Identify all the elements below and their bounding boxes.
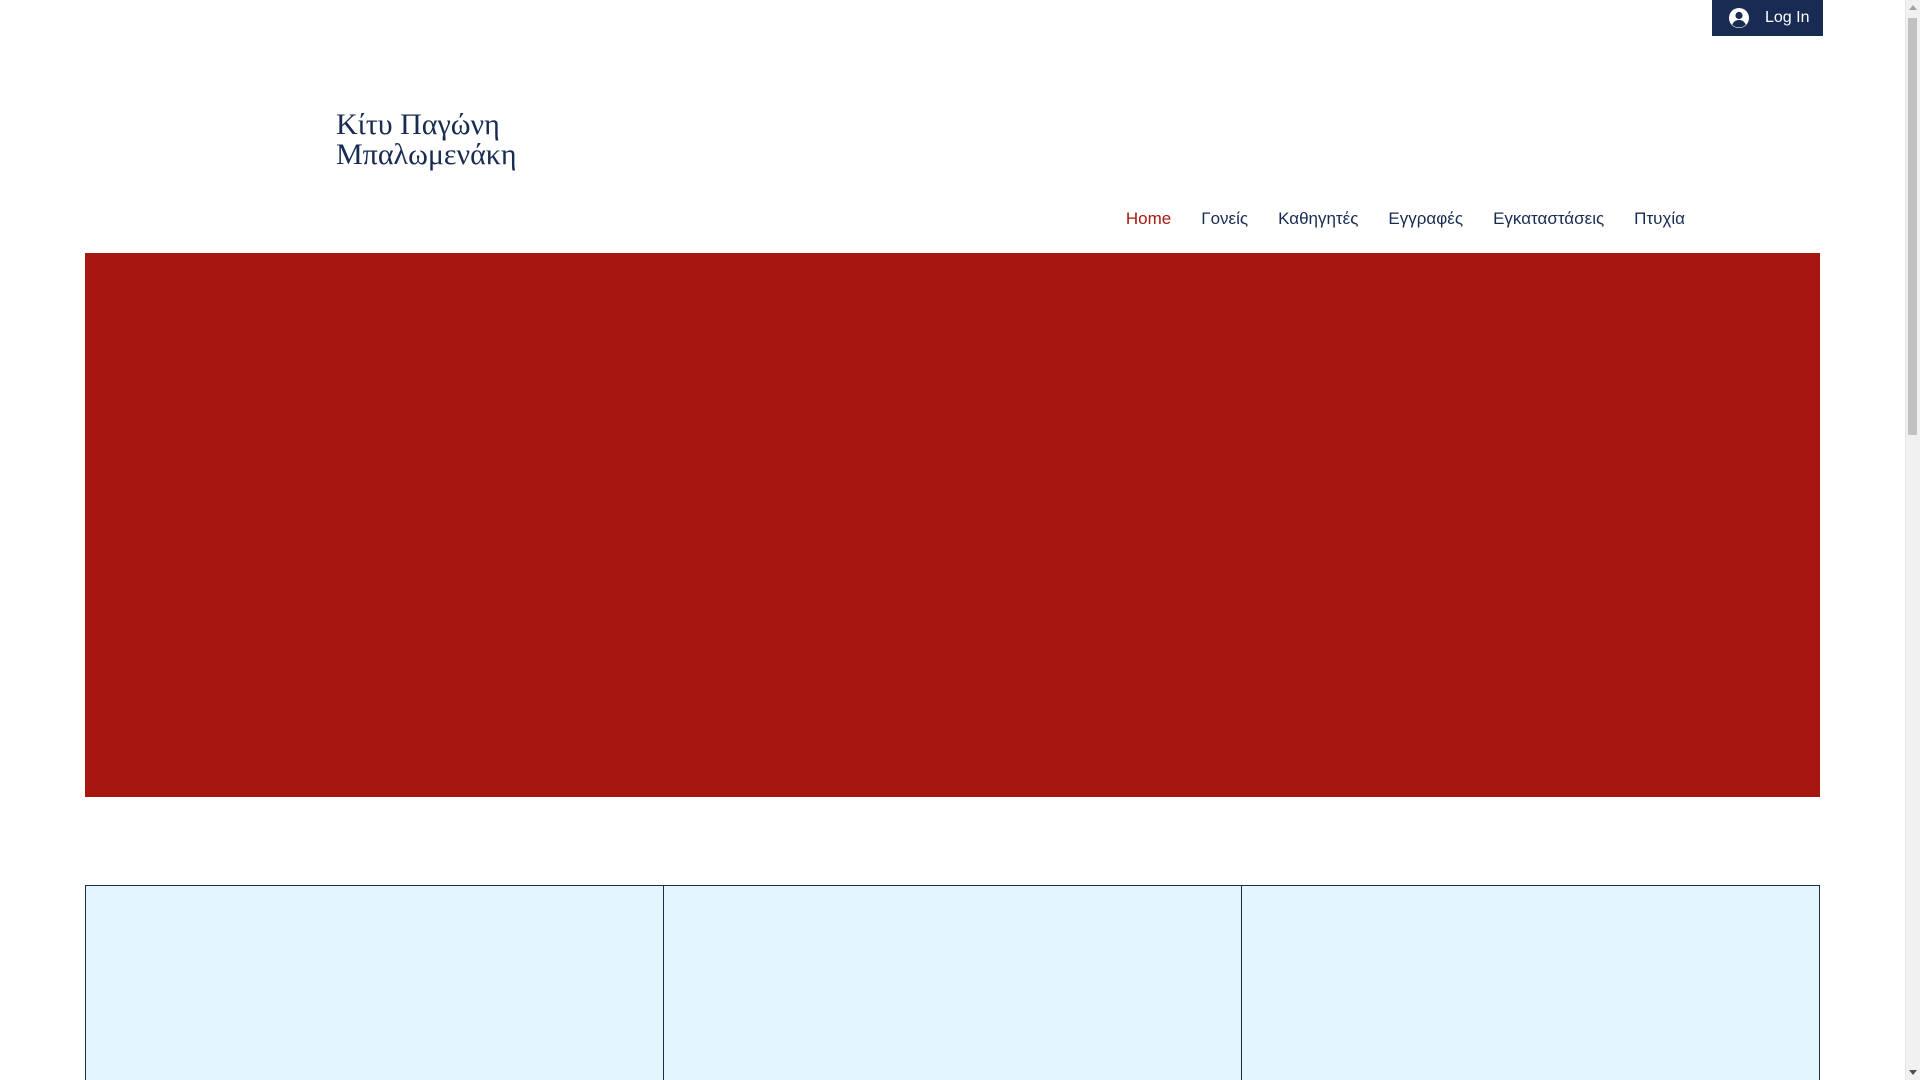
nav-item-home[interactable]: Home [1111, 209, 1186, 229]
info-card-3 [1242, 885, 1820, 1080]
hero-banner [85, 253, 1820, 797]
login-button[interactable]: Log In [1712, 0, 1823, 36]
nav-item-parents[interactable]: Γονείς [1186, 209, 1263, 229]
scroll-down-arrow-icon[interactable] [1909, 1070, 1917, 1075]
nav-item-registrations[interactable]: Εγγραφές [1373, 209, 1478, 229]
login-label: Log In [1765, 9, 1810, 26]
info-card-1 [85, 885, 664, 1080]
vertical-scrollbar[interactable] [1905, 0, 1920, 1080]
info-card-2 [664, 885, 1242, 1080]
nav-item-facilities[interactable]: Εγκαταστάσεις [1478, 209, 1619, 229]
user-circle-icon [1728, 7, 1750, 29]
site-title-line-1: Κίτυ Παγώνη [336, 108, 500, 141]
nav-item-degrees[interactable]: Πτυχία [1619, 209, 1700, 229]
scrollbar-thumb[interactable] [1908, 18, 1917, 435]
site-title-line-2: Μπαλωμενάκη [336, 138, 517, 171]
cards-row [85, 885, 1820, 1080]
nav-item-teachers[interactable]: Καθηγητές [1263, 209, 1373, 229]
main-nav: Home Γονείς Καθηγητές Εγγραφές Εγκαταστά… [1111, 204, 1700, 234]
site-title[interactable]: Κίτυ Παγώνη Μπαλωμενάκη [336, 110, 656, 170]
scroll-up-arrow-icon[interactable] [1909, 5, 1917, 10]
